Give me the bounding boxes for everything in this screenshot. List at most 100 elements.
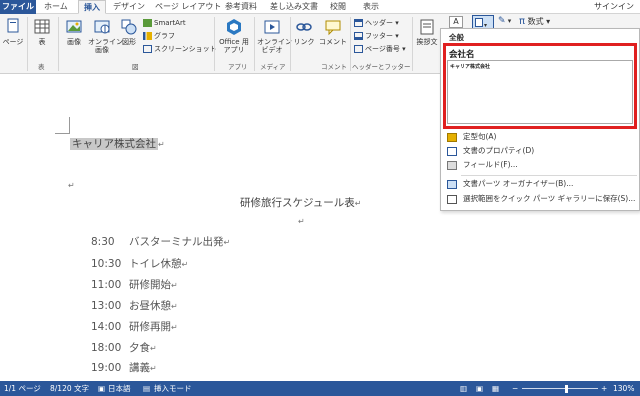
online-video-icon <box>264 20 280 34</box>
quick-parts-icon <box>475 18 483 27</box>
menu-item-save-selection[interactable]: 選択範囲をクイック パーツ ギャラリーに保存(S)... <box>443 192 637 206</box>
schedule-row[interactable]: 19:00 講義↵ <box>91 360 157 375</box>
group-label-comment: コメント <box>321 63 347 71</box>
schedule-row[interactable]: 13:00 お昼休憩↵ <box>91 298 178 313</box>
page-icon <box>7 18 19 33</box>
building-block-highlight[interactable]: 会社名 キャリア株式会社 <box>443 43 637 129</box>
tab-page-layout[interactable]: ページ レイアウト <box>155 0 221 14</box>
schedule-event: 研修再開 <box>129 321 171 333</box>
comment-button[interactable]: コメント <box>319 18 347 46</box>
tab-view[interactable]: 表示 <box>363 0 379 14</box>
schedule-event: 夕食 <box>129 342 150 354</box>
smartart-button[interactable]: SmartArt <box>143 19 186 28</box>
greeting-icon <box>420 19 434 35</box>
office-apps-button[interactable]: Office 用 アプリ <box>217 18 251 54</box>
menu-item-autotext[interactable]: 定型句(A) <box>443 130 637 144</box>
chart-button[interactable]: グラフ <box>143 32 175 41</box>
status-language[interactable]: 日本語 <box>108 381 131 396</box>
group-label-apps: アプリ <box>228 63 248 71</box>
menu-item-document-property[interactable]: 文書のプロパティ(D) <box>443 144 637 158</box>
empty-paragraph: ↵ <box>68 179 75 191</box>
menu-separator <box>461 175 637 176</box>
picture-button[interactable]: 画像 <box>62 18 86 46</box>
macro-icon[interactable]: ▤ <box>143 381 150 396</box>
quick-parts-button[interactable]: ▾ <box>472 15 494 29</box>
textbox-icon: A <box>453 17 459 26</box>
picture-icon <box>66 20 82 33</box>
tab-home[interactable]: ホーム <box>44 0 68 14</box>
empty-paragraph: ↵ <box>298 215 305 227</box>
greeting-button[interactable]: 挨拶文 <box>414 18 440 46</box>
group-separator <box>58 17 59 71</box>
document-property-icon <box>447 146 457 156</box>
link-button[interactable]: リンク <box>293 18 315 46</box>
tab-file[interactable]: ファイル <box>0 0 36 14</box>
schedule-time: 11:00 <box>91 279 122 291</box>
section-general: 全般 <box>449 33 464 42</box>
zoom-out-icon[interactable]: − <box>512 381 518 396</box>
table-button[interactable]: 表 <box>31 18 53 46</box>
company-name-line[interactable]: キャリア株式会社 ↵ <box>70 136 165 151</box>
signature-line-button[interactable]: ✎ ▾ <box>498 17 511 26</box>
shapes-button[interactable]: 図形 <box>118 18 140 46</box>
page-button[interactable]: ページ <box>2 18 24 46</box>
page-number-button[interactable]: ページ番号 ▾ <box>354 45 406 54</box>
group-label-figure: 図 <box>132 63 139 71</box>
table-icon <box>34 19 50 34</box>
tab-mailings[interactable]: 差し込み文書 <box>270 0 318 14</box>
schedule-row[interactable]: 11:00 研修開始↵ <box>91 277 178 292</box>
zoom-level[interactable]: 130% <box>613 381 634 396</box>
tab-insert[interactable]: 挿入 <box>78 0 106 14</box>
online-picture-button[interactable]: オンライン 画像 <box>88 18 123 54</box>
header-button[interactable]: ヘッダー ▾ <box>354 19 399 28</box>
tab-design[interactable]: デザイン <box>113 0 145 14</box>
schedule-time: 14:00 <box>91 321 122 333</box>
group-separator <box>214 17 215 71</box>
paragraph-mark: ↵ <box>354 199 362 208</box>
schedule-event: トイレ休憩 <box>129 258 182 270</box>
document-title[interactable]: 研修旅行スケジュール表↵ <box>240 195 361 210</box>
chart-icon <box>143 32 152 40</box>
group-separator <box>254 17 255 71</box>
margin-corner-mark <box>55 133 70 134</box>
textbox-button[interactable]: A <box>449 16 463 28</box>
group-separator <box>290 17 291 71</box>
schedule-event: お昼休憩 <box>129 300 171 312</box>
menu-item-field[interactable]: フィールド(F)... <box>443 158 637 172</box>
paragraph-mark: ↵ <box>298 217 305 226</box>
menu-item-building-blocks-organizer[interactable]: 文書パーツ オーガナイザー(B)... <box>443 177 637 191</box>
schedule-row[interactable]: 8:30 バスターミナル出発↵ <box>91 234 230 249</box>
status-mode[interactable]: 挿入モード <box>154 381 192 396</box>
schedule-row[interactable]: 18:00 夕食↵ <box>91 340 157 355</box>
building-block-preview-text: キャリア株式会社 <box>450 64 491 70</box>
building-block-preview[interactable]: キャリア株式会社 <box>447 60 633 124</box>
signin-link[interactable]: サインイン <box>594 0 634 14</box>
print-layout-icon[interactable]: ▣ <box>476 381 483 396</box>
shapes-icon <box>121 19 137 35</box>
status-bar: 1/1 ページ 8/120 文字 ▣ 日本語 ▤ 挿入モード ▥ ▣ ▦ − +… <box>0 381 640 396</box>
footer-button[interactable]: フッター ▾ <box>354 32 399 41</box>
screenshot-button[interactable]: スクリーンショット <box>143 45 217 54</box>
group-separator <box>350 17 351 71</box>
tab-references[interactable]: 参考資料 <box>225 0 257 14</box>
equation-button[interactable]: π 数式 ▾ <box>519 17 550 27</box>
web-layout-icon[interactable]: ▦ <box>492 381 499 396</box>
status-page[interactable]: 1/1 ページ <box>4 381 41 396</box>
schedule-time: 18:00 <box>91 342 122 354</box>
tab-review[interactable]: 校閲 <box>330 0 346 14</box>
status-word-count[interactable]: 8/120 文字 <box>50 381 89 396</box>
schedule-time: 19:00 <box>91 362 122 374</box>
selected-company-name[interactable]: キャリア株式会社 <box>70 138 158 150</box>
schedule-row[interactable]: 10:30 トイレ休憩↵ <box>91 256 188 271</box>
read-mode-icon[interactable]: ▥ <box>460 381 467 396</box>
schedule-row[interactable]: 14:00 研修再開↵ <box>91 319 178 334</box>
header-icon <box>354 19 363 27</box>
zoom-slider-track[interactable] <box>522 388 598 389</box>
schedule-event: 研修開始 <box>129 279 171 291</box>
schedule-event: バスターミナル出発 <box>129 236 224 248</box>
proofing-icon[interactable]: ▣ <box>98 381 105 396</box>
zoom-slider-handle[interactable] <box>565 385 568 393</box>
online-video-button[interactable]: オンライン ビデオ <box>257 18 292 54</box>
paragraph-mark: ↵ <box>68 181 75 190</box>
zoom-in-icon[interactable]: + <box>601 381 607 396</box>
